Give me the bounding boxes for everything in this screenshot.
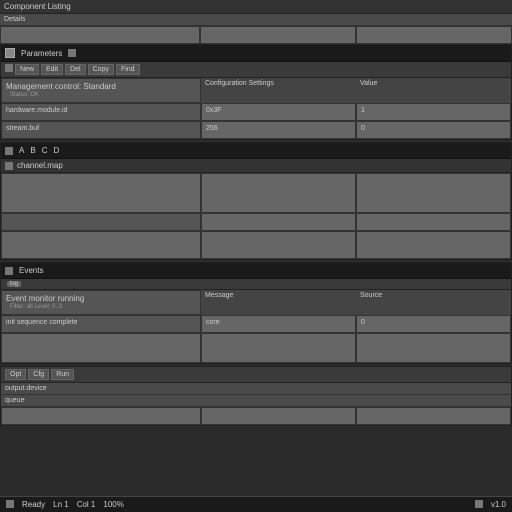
- tab-d[interactable]: D: [53, 146, 59, 155]
- channels-panel: A B C D channel.map: [0, 142, 512, 260]
- document-icon: [5, 48, 15, 58]
- cell[interactable]: [1, 333, 201, 363]
- cell[interactable]: [356, 407, 511, 425]
- cell[interactable]: core: [201, 315, 356, 333]
- status-ln: Ln 1: [53, 500, 69, 509]
- cell[interactable]: [201, 213, 356, 231]
- events-title: Events: [19, 266, 43, 275]
- events-line2: Filter: all Level: 0..3: [6, 303, 196, 311]
- cell[interactable]: [201, 231, 356, 259]
- top-subtitle: Details: [0, 14, 512, 26]
- output-grid: [1, 407, 511, 425]
- param-line2: Status: OK: [6, 91, 196, 99]
- tab-a[interactable]: A: [19, 146, 24, 155]
- parameters-header[interactable]: Parameters: [1, 45, 511, 62]
- parameters-toolbar: New Edit Del Copy Find: [1, 62, 511, 78]
- grid-icon: [5, 147, 13, 155]
- output-panel: Opt Cfg Run output.device queue: [0, 366, 512, 426]
- events-toolbar: log: [1, 279, 511, 290]
- cell: [200, 26, 356, 44]
- channels-header[interactable]: A B C D: [1, 143, 511, 159]
- cell[interactable]: 0: [356, 315, 511, 333]
- output-toolbar: Opt Cfg Run: [1, 367, 511, 383]
- events-grid: Event monitor running Filter: all Level:…: [1, 290, 511, 363]
- parameters-panel: Parameters New Edit Del Copy Find Manage…: [0, 44, 512, 140]
- events-desc: Event monitor running Filter: all Level:…: [1, 290, 201, 315]
- output-line2: queue: [1, 395, 511, 407]
- copy-button[interactable]: Copy: [88, 64, 114, 75]
- tab-c[interactable]: C: [42, 146, 48, 155]
- cell[interactable]: 256: [201, 121, 356, 139]
- spacer: [132, 500, 467, 509]
- cell[interactable]: [1, 407, 201, 425]
- cell: [356, 26, 512, 44]
- cell[interactable]: 0: [356, 121, 511, 139]
- cell[interactable]: [201, 407, 356, 425]
- cell[interactable]: [356, 333, 511, 363]
- parameters-title: Parameters: [21, 49, 62, 58]
- list-icon: [5, 162, 13, 170]
- channels-subtitle: channel.map: [17, 161, 63, 170]
- tab-b[interactable]: B: [30, 146, 35, 155]
- info-icon[interactable]: [475, 500, 483, 508]
- status-zoom: 100%: [103, 500, 123, 509]
- new-button[interactable]: New: [15, 64, 39, 75]
- cell[interactable]: 0x3F: [201, 103, 356, 121]
- channels-sub: channel.map: [1, 159, 511, 173]
- events-line1: Event monitor running: [6, 294, 196, 303]
- top-title: Component Listing: [4, 2, 71, 11]
- log-icon: [5, 267, 13, 275]
- parameters-grid: Management control: Standard Status: OK …: [1, 78, 511, 139]
- param-line1: Management control: Standard: [6, 82, 196, 91]
- run-button[interactable]: Run: [51, 369, 74, 380]
- cell[interactable]: [201, 333, 356, 363]
- cell[interactable]: [356, 213, 511, 231]
- status-bar: Ready Ln 1 Col 1 100% v1.0: [0, 496, 512, 512]
- param-desc: Management control: Standard Status: OK: [1, 78, 201, 103]
- top-grid: [0, 26, 512, 44]
- events-panel: Events log Event monitor running Filter:…: [0, 262, 512, 364]
- del-button[interactable]: Del: [65, 64, 86, 75]
- collapse-icon[interactable]: [68, 49, 76, 57]
- cell: [0, 26, 200, 44]
- col-config[interactable]: Configuration Settings: [201, 78, 356, 103]
- cell[interactable]: [201, 173, 356, 213]
- cell[interactable]: [1, 231, 201, 259]
- cfg-button[interactable]: Cfg: [28, 369, 49, 380]
- top-header: Component Listing: [0, 0, 512, 14]
- row-label[interactable]: [1, 213, 201, 231]
- channels-grid: [1, 173, 511, 259]
- events-header[interactable]: Events: [1, 263, 511, 279]
- col-source[interactable]: Source: [356, 290, 511, 315]
- file-icon[interactable]: [5, 64, 13, 72]
- cell[interactable]: [356, 231, 511, 259]
- cell[interactable]: [356, 173, 511, 213]
- row-label[interactable]: stream.buf: [1, 121, 201, 139]
- cell[interactable]: 1: [356, 103, 511, 121]
- row-label[interactable]: init sequence complete: [1, 315, 201, 333]
- col-value[interactable]: Value: [356, 78, 511, 103]
- opt-button[interactable]: Opt: [5, 369, 26, 380]
- cell[interactable]: [1, 173, 201, 213]
- events-badge[interactable]: log: [7, 281, 21, 287]
- output-line1: output.device: [1, 383, 511, 395]
- col-message[interactable]: Message: [201, 290, 356, 315]
- status-col: Col 1: [77, 500, 96, 509]
- find-button[interactable]: Find: [116, 64, 140, 75]
- row-label[interactable]: hardware.module.id: [1, 103, 201, 121]
- edit-button[interactable]: Edit: [41, 64, 63, 75]
- status-icon: [6, 500, 14, 508]
- status-ready: Ready: [22, 500, 45, 509]
- status-version: v1.0: [491, 500, 506, 509]
